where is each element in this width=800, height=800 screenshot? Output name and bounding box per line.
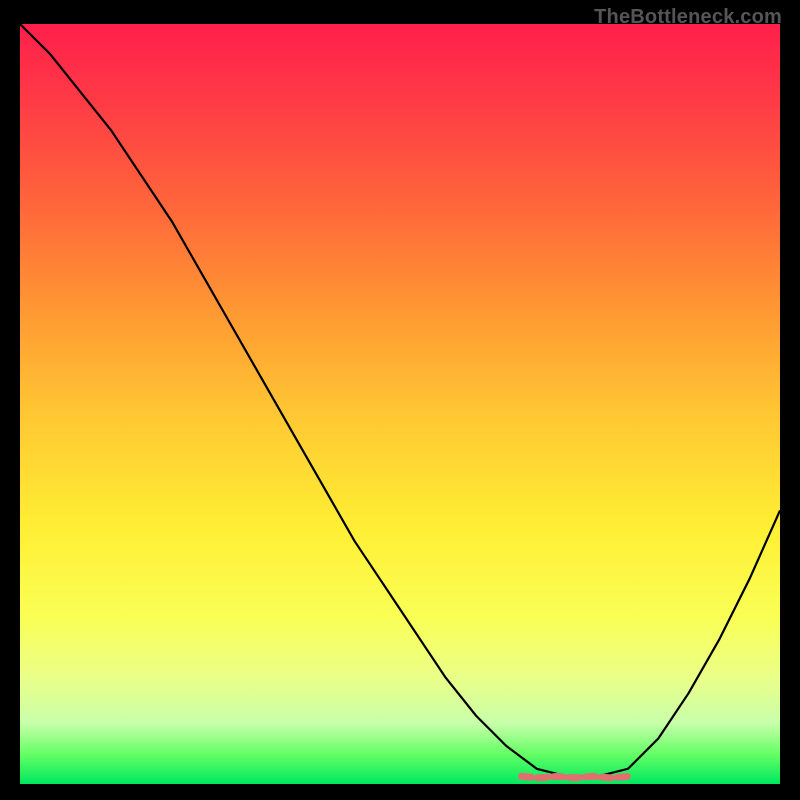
curve-svg — [20, 24, 780, 784]
optimal-zone-highlight — [522, 776, 628, 778]
bottleneck-curve — [20, 24, 780, 776]
chart-plot — [20, 24, 780, 784]
